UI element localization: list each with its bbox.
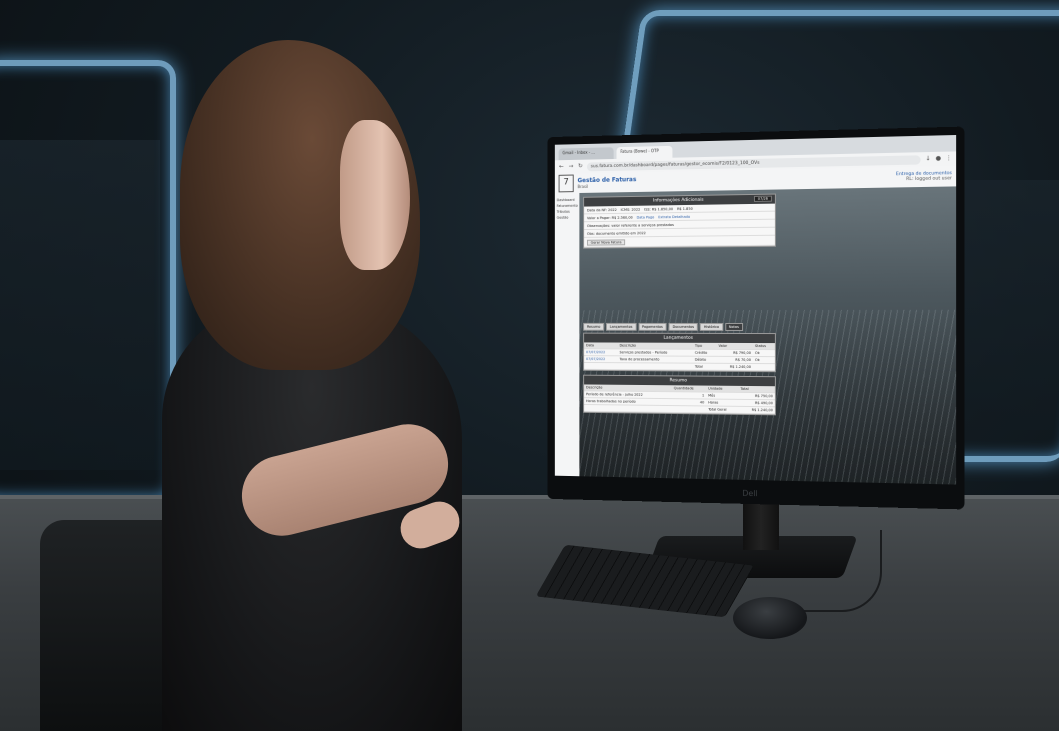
tab-lancamentos[interactable]: Lançamentos xyxy=(606,322,637,331)
person-face xyxy=(340,120,410,270)
profile-icon[interactable]: ● xyxy=(935,155,941,162)
info-cell: Valor a Pagar: R$ 2.560,00 xyxy=(586,215,633,220)
web-page: 7 Gestão de Faturas Brasil Entrega de do… xyxy=(554,165,957,485)
total-label: Total Geral xyxy=(706,405,739,414)
menu-icon[interactable]: ⋮ xyxy=(946,155,952,162)
info-panel-chip[interactable]: 07/26 xyxy=(753,195,772,202)
total-value: R$ 1.240,00 xyxy=(738,406,775,414)
computer-mouse xyxy=(733,597,807,639)
header-right: Entrega de documentos RL: logged out use… xyxy=(896,171,952,182)
content-tabs: Resumo Lançamentos Pagamentos Documentos… xyxy=(583,322,743,331)
info-row: Gerar Nova Fatura xyxy=(584,235,775,248)
tab-pagamentos[interactable]: Pagamentos xyxy=(638,322,667,331)
tab-historico[interactable]: Histórico xyxy=(699,322,723,331)
info-panel: Informações Adicionais 07/26 Data da NF:… xyxy=(583,193,776,249)
info-cell: ISS: R$ 1.850,00 xyxy=(644,206,674,212)
info-cell: Observações: valor referente a serviços … xyxy=(586,222,674,228)
monitor-brand-logo: Dell xyxy=(742,488,758,499)
tab-notas[interactable]: Notas xyxy=(724,322,743,331)
info-link[interactable]: Data Pago xyxy=(637,215,655,219)
app-title: Gestão de Faturas Brasil xyxy=(577,176,636,189)
table-total-row: Total R$ 1.240,00 xyxy=(584,362,775,371)
summary-panel-title: Resumo xyxy=(584,375,775,387)
summary-table: Descrição Quantidade Unidade Total Perío… xyxy=(584,384,775,414)
table-total-row: Total Geral R$ 1.240,00 xyxy=(584,404,775,414)
generate-invoice-button[interactable]: Gerar Nova Fatura xyxy=(586,238,626,246)
reload-icon[interactable]: ↻ xyxy=(577,163,583,170)
summary-panel: Resumo Descrição Quantidade Unidade Tota… xyxy=(583,374,776,416)
tab-resumo[interactable]: Resumo xyxy=(583,322,605,331)
total-label: Total xyxy=(692,363,717,371)
info-cell: Data da NF: 2022 xyxy=(586,207,617,212)
entries-panel-title: Lançamentos xyxy=(584,333,775,344)
monitor-stand-neck xyxy=(743,498,779,550)
browser-tab-active[interactable]: Fatura (Bowe) - OTP xyxy=(616,145,673,159)
info-panel-title-text: Informações Adicionais xyxy=(653,197,704,204)
scene: Gmail - Inbox - ... Fatura (Bowe) - OTP … xyxy=(0,0,1059,731)
download-icon[interactable]: ↓ xyxy=(925,155,931,162)
total-value: R$ 1.240,00 xyxy=(716,363,753,371)
monitor-screen: Gmail - Inbox - ... Fatura (Bowe) - OTP … xyxy=(554,134,957,485)
tab-documentos[interactable]: Documentos xyxy=(668,322,699,331)
info-link[interactable]: Extrato Detalhado xyxy=(658,214,690,218)
info-cell: ICMS: 2022 xyxy=(620,207,641,212)
info-cell: Obs: documento emitido em 2022 xyxy=(586,230,646,236)
person xyxy=(150,30,570,731)
monitor: Gmail - Inbox - ... Fatura (Bowe) - OTP … xyxy=(547,126,965,510)
app-title-text: Gestão de Faturas xyxy=(577,176,637,185)
header-right-sub: RL: logged out user xyxy=(906,176,952,183)
monitor-cable xyxy=(790,530,882,612)
entries-panel: Lançamentos Data Descrição Tipo Valor St… xyxy=(583,332,776,373)
info-cell: R$ 1.850 xyxy=(676,206,693,211)
app-subtitle: Brasil xyxy=(577,184,589,190)
entries-table: Data Descrição Tipo Valor Status 07/07/2… xyxy=(584,342,775,371)
